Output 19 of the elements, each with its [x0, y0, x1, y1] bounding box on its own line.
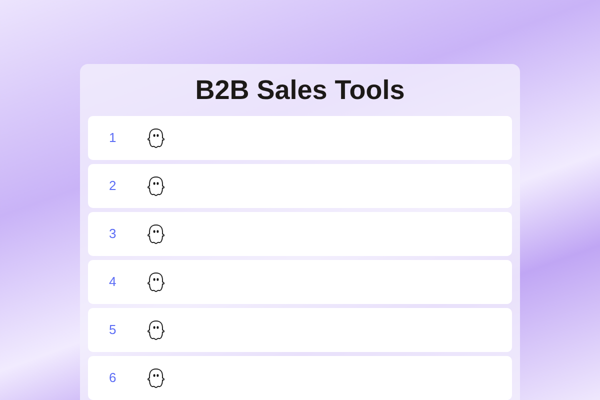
- row-number: 4: [109, 273, 117, 292]
- list-row[interactable]: 4: [88, 260, 512, 304]
- ghost-icon: [145, 367, 167, 389]
- list-row[interactable]: 2: [88, 164, 512, 208]
- list-row[interactable]: 6: [88, 356, 512, 400]
- row-number: 3: [109, 225, 117, 244]
- ghost-icon: [145, 127, 167, 149]
- list-row[interactable]: 1: [88, 116, 512, 160]
- row-number: 5: [109, 321, 117, 340]
- ghost-icon: [145, 175, 167, 197]
- row-number: 6: [109, 369, 117, 388]
- ghost-icon: [145, 319, 167, 341]
- page-title: B2B Sales Tools: [194, 74, 406, 107]
- ghost-icon: [145, 223, 167, 245]
- list-row[interactable]: 3: [88, 212, 512, 256]
- row-number: 1: [109, 129, 117, 148]
- ghost-icon: [145, 271, 167, 293]
- row-number: 2: [109, 177, 117, 196]
- list-row[interactable]: 5: [88, 308, 512, 352]
